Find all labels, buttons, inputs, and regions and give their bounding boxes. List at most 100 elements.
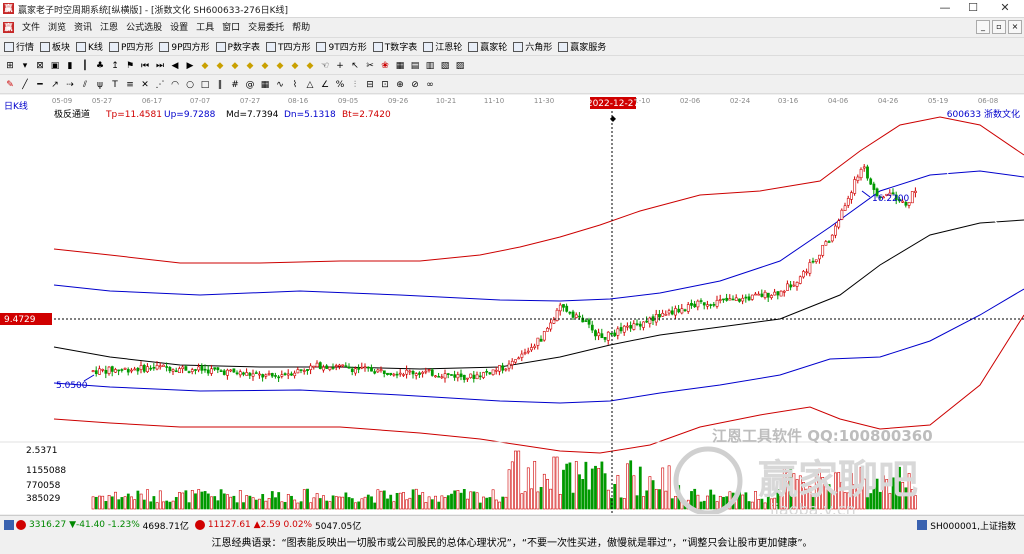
time-icon[interactable]: ⊡ xyxy=(379,79,391,91)
save-icon[interactable]: ▤ xyxy=(409,60,421,72)
volume-bar xyxy=(238,490,242,510)
sh-index[interactable]: 3316.27 ▼-41.40 -1.23% 4698.71亿 xyxy=(4,519,189,532)
cycle-icon[interactable]: ‖ xyxy=(214,79,226,91)
flag-icon[interactable]: ⚑ xyxy=(124,60,136,72)
candle-body xyxy=(517,357,521,360)
grid2-icon[interactable]: # xyxy=(229,79,241,91)
arrow-up-icon[interactable]: ↥ xyxy=(109,60,121,72)
diamond-2-icon[interactable]: ◆ xyxy=(214,60,226,72)
diamond-4-icon[interactable]: ◆ xyxy=(244,60,256,72)
candle-body xyxy=(341,364,345,367)
cursor-icon[interactable]: ↖ xyxy=(349,60,361,72)
dropdown-icon[interactable]: ▾ xyxy=(19,60,31,72)
fan-icon[interactable]: ⋰ xyxy=(154,79,166,91)
channel-icon[interactable]: ⫽ xyxy=(79,79,91,91)
right-icon[interactable]: ▶ xyxy=(184,60,196,72)
diamond-3-icon[interactable]: ◆ xyxy=(229,60,241,72)
menu-item-7[interactable]: 窗口 xyxy=(218,21,244,35)
diamond-5-icon[interactable]: ◆ xyxy=(259,60,271,72)
h-line-icon[interactable]: ━ xyxy=(34,79,46,91)
toolbar-button-1[interactable]: 板块 xyxy=(40,40,70,53)
menu-item-2[interactable]: 资讯 xyxy=(70,21,96,35)
pattern-icon[interactable]: ⊠ xyxy=(34,60,46,72)
diamond-7-icon[interactable]: ◆ xyxy=(289,60,301,72)
menu-item-3[interactable]: 江恩 xyxy=(96,21,122,35)
menu-item-4[interactable]: 公式选股 xyxy=(122,21,166,35)
sz-index[interactable]: 11127.61 ▲2.59 0.02% 5047.05亿 xyxy=(194,519,361,532)
mdi-minimize-button[interactable]: _ xyxy=(976,20,990,34)
arc-icon[interactable]: ◠ xyxy=(169,79,181,91)
candle-body xyxy=(434,375,437,378)
menu-item-5[interactable]: 设置 xyxy=(166,21,192,35)
layout-icon[interactable]: ▦ xyxy=(394,60,406,72)
candle-tool-icon[interactable]: ┃ xyxy=(79,60,91,72)
volume-tick-3: 385029 xyxy=(26,494,61,504)
gift-icon[interactable]: ❀ xyxy=(379,60,391,72)
toolbar-button-0[interactable]: 行情 xyxy=(4,40,34,53)
hand-icon[interactable]: ☜ xyxy=(319,60,331,72)
infinity-icon[interactable]: ∞ xyxy=(424,79,436,91)
menu-item-0[interactable]: 文件 xyxy=(18,21,44,35)
mdi-close-button[interactable]: × xyxy=(1008,20,1022,34)
square-icon[interactable]: ▣ xyxy=(49,60,61,72)
zigzag-icon[interactable]: ⌇ xyxy=(289,79,301,91)
toolbar-button-6[interactable]: T四方形 xyxy=(265,40,310,53)
spiral-icon[interactable]: @ xyxy=(244,79,256,91)
toolbar-button-11[interactable]: 六角形 xyxy=(513,40,552,53)
triangle-icon[interactable]: △ xyxy=(304,79,316,91)
toolbar-button-3[interactable]: P四方形 xyxy=(108,40,153,53)
pen-icon[interactable]: ✎ xyxy=(4,79,16,91)
line-icon[interactable]: ╱ xyxy=(19,79,31,91)
box-icon[interactable]: □ xyxy=(199,79,211,91)
toolbar-button-2[interactable]: K线 xyxy=(76,40,103,53)
minimize-button[interactable]: — xyxy=(930,0,960,17)
arrow-icon[interactable]: ↗ xyxy=(49,79,61,91)
toolbar-button-7[interactable]: 9T四方形 xyxy=(316,40,367,53)
angle-icon[interactable]: ∠ xyxy=(319,79,331,91)
indicator-icon[interactable]: ♣ xyxy=(94,60,106,72)
menu-item-1[interactable]: 浏览 xyxy=(44,21,70,35)
kline-chart-panel[interactable]: 05-09 05-27 06-17 07-07 07-27 08-16 09-05 09-26… xyxy=(0,95,1024,519)
kline-chart-svg[interactable]: 05-09 05-27 06-17 07-07 07-27 08-16 09-05 09-26… xyxy=(0,95,1024,519)
erase-icon[interactable]: ⊘ xyxy=(409,79,421,91)
menu-item-8[interactable]: 交易委托 xyxy=(244,21,288,35)
crosshair-icon[interactable]: + xyxy=(334,60,346,72)
toolbar-button-5[interactable]: P数字表 xyxy=(215,40,260,53)
wave-icon[interactable]: ∿ xyxy=(274,79,286,91)
diamond-8-icon[interactable]: ◆ xyxy=(304,60,316,72)
square9-icon[interactable]: ▦ xyxy=(259,79,271,91)
circle-icon[interactable]: ○ xyxy=(184,79,196,91)
last-icon[interactable]: ⏭ xyxy=(154,60,166,72)
fork-icon[interactable]: ψ xyxy=(94,79,106,91)
data-icon[interactable]: ▨ xyxy=(454,60,466,72)
toolbar-button-9[interactable]: 江恩轮 xyxy=(423,40,462,53)
maximize-button[interactable]: ☐ xyxy=(958,0,988,17)
left-icon[interactable]: ◀ xyxy=(169,60,181,72)
cut-icon[interactable]: ✂ xyxy=(364,60,376,72)
menu-item-9[interactable]: 帮助 xyxy=(288,21,314,35)
menu-item-6[interactable]: 工具 xyxy=(192,21,218,35)
mark-icon[interactable]: ⊕ xyxy=(394,79,406,91)
gann-icon[interactable]: ✕ xyxy=(139,79,151,91)
ray-icon[interactable]: ⇢ xyxy=(64,79,76,91)
fib-icon[interactable]: ≡ xyxy=(124,79,136,91)
ratio-icon[interactable]: ⊟ xyxy=(364,79,376,91)
toolbar-button-10[interactable]: 赢家轮 xyxy=(468,40,507,53)
grid-tool-icon[interactable]: ⊞ xyxy=(4,60,16,72)
toolbar-button-8[interactable]: T数字表 xyxy=(372,40,417,53)
bar-icon[interactable]: ▮ xyxy=(64,60,76,72)
close-button[interactable]: ✕ xyxy=(990,0,1020,17)
first-icon[interactable]: ⏮ xyxy=(139,60,151,72)
toolbar-button-12[interactable]: 赢家服务 xyxy=(558,40,606,53)
compare-icon[interactable]: ▧ xyxy=(439,60,451,72)
speed-icon[interactable]: ⫶ xyxy=(349,79,361,91)
percent-icon[interactable]: % xyxy=(334,79,346,91)
chart-icon[interactable]: ▥ xyxy=(424,60,436,72)
toolbar-button-4[interactable]: 9P四方形 xyxy=(159,40,210,53)
text-icon[interactable]: T xyxy=(109,79,121,91)
right-index[interactable]: SH000001,上证指数 xyxy=(917,519,1016,532)
diamond-1-icon[interactable]: ◆ xyxy=(199,60,211,72)
candle-body xyxy=(869,178,873,185)
diamond-6-icon[interactable]: ◆ xyxy=(274,60,286,72)
mdi-restore-button[interactable]: ▫ xyxy=(992,20,1006,34)
